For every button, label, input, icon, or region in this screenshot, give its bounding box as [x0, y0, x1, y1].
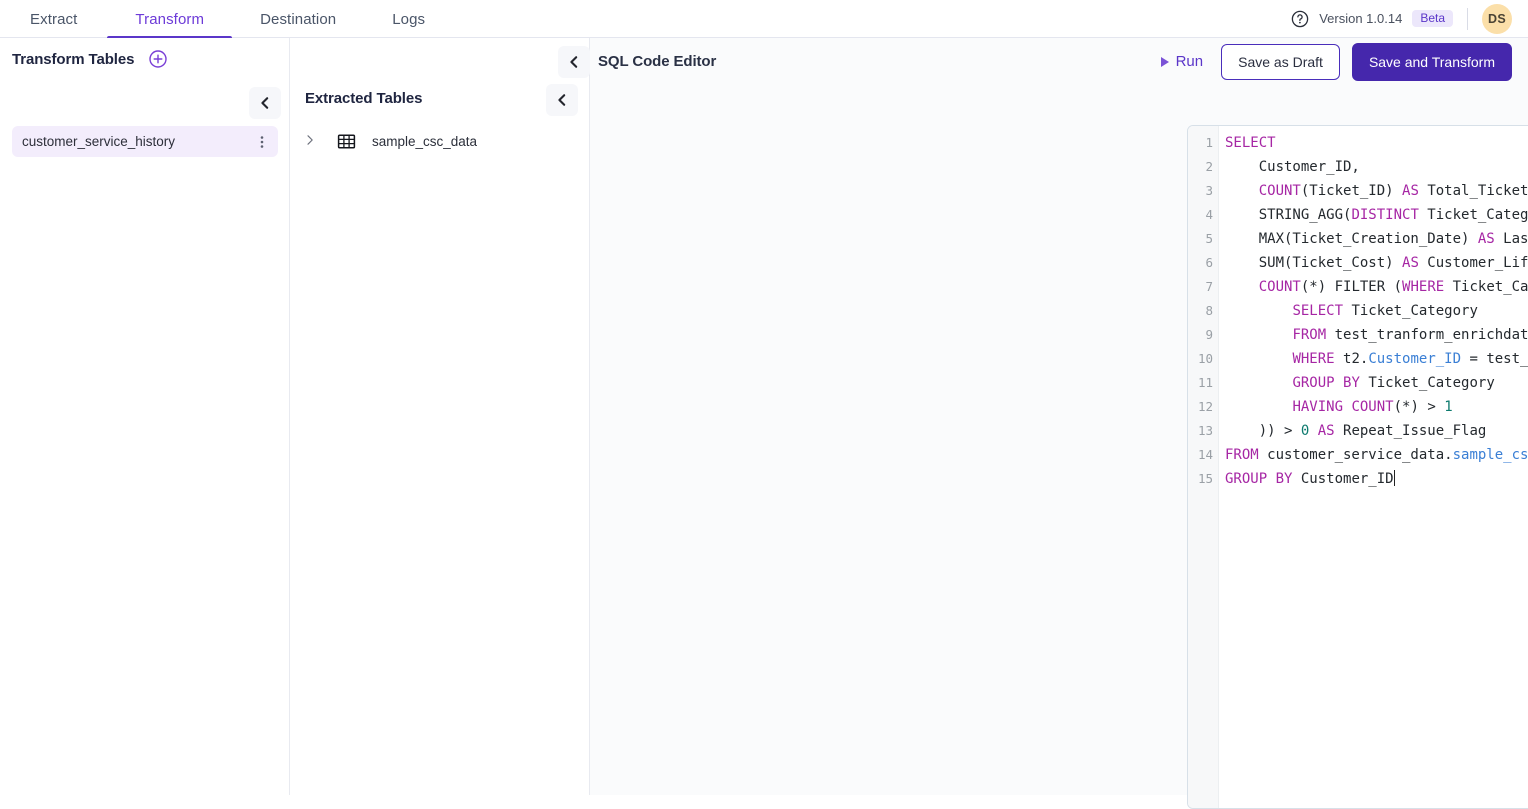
tab-transform[interactable]: Transform — [107, 0, 232, 38]
editor-line-number: 11 — [1188, 371, 1218, 395]
editor-line-number: 9 — [1188, 323, 1218, 347]
transform-tables-title: Transform Tables — [12, 51, 134, 68]
beta-badge: Beta — [1412, 10, 1453, 27]
tab-extract[interactable]: Extract — [0, 0, 107, 38]
collapse-extracted-panel-button[interactable] — [546, 84, 578, 116]
top-navigation-bar: Extract Transform Destination Logs Versi… — [0, 0, 1528, 38]
sql-editor-panel: SQL Code Editor Run Save as Draft Save a… — [590, 38, 1528, 795]
tab-extract-label: Extract — [30, 11, 77, 28]
chevron-left-icon — [258, 96, 272, 110]
collapse-transform-panel-button[interactable] — [249, 87, 281, 119]
editor-line-number: 15 — [1188, 467, 1218, 491]
editor-code-line: HAVING COUNT(*) > 1 — [1225, 395, 1528, 419]
editor-code-line: STRING_AGG(DISTINCT Ticket_Category, ', … — [1225, 203, 1528, 227]
extracted-table-label: sample_csc_data — [372, 134, 477, 149]
editor-code-area[interactable]: SELECT Customer_ID, COUNT(Ticket_ID) AS … — [1219, 126, 1528, 808]
editor-code-line: FROM customer_service_data.sample_csc_da… — [1225, 443, 1528, 467]
kebab-menu-icon[interactable] — [254, 133, 270, 151]
play-icon — [1161, 57, 1169, 67]
table-grid-icon — [337, 132, 356, 151]
editor-line-number: 1 — [1188, 131, 1218, 155]
avatar[interactable]: DS — [1482, 4, 1512, 34]
editor-line-number: 4 — [1188, 203, 1218, 227]
editor-line-number: 2 — [1188, 155, 1218, 179]
tab-logs[interactable]: Logs — [364, 0, 453, 38]
collapse-sql-panel-button[interactable] — [558, 46, 590, 78]
sql-editor-header: SQL Code Editor Run Save as Draft Save a… — [590, 38, 1528, 85]
tab-destination[interactable]: Destination — [232, 0, 364, 38]
sql-code-editor[interactable]: 123456789101112131415 SELECT Customer_ID… — [1187, 125, 1528, 809]
editor-line-number-gutter: 123456789101112131415 — [1188, 126, 1219, 808]
editor-code-line: FROM test_tranform_enrichdata.sample_csc… — [1225, 323, 1528, 347]
editor-line-number: 7 — [1188, 275, 1218, 299]
save-as-draft-button[interactable]: Save as Draft — [1221, 44, 1340, 80]
editor-code-line: SUM(Ticket_Cost) AS Customer_Lifetime_Va… — [1225, 251, 1528, 275]
editor-line-number: 12 — [1188, 395, 1218, 419]
editor-code-line: Customer_ID, — [1225, 155, 1528, 179]
editor-code-line: WHERE t2.Customer_ID = test_tranform_enr… — [1225, 347, 1528, 371]
sql-editor-title: SQL Code Editor — [598, 53, 716, 70]
main-tabs: Extract Transform Destination Logs — [0, 0, 453, 38]
editor-line-number: 8 — [1188, 299, 1218, 323]
editor-code-line: )) > 0 AS Repeat_Issue_Flag — [1225, 419, 1528, 443]
editor-code-line: COUNT(Ticket_ID) AS Total_Tickets, — [1225, 179, 1528, 203]
transform-table-item[interactable]: customer_service_history — [12, 126, 278, 157]
transform-tables-panel: Transform Tables customer_service_histor… — [0, 38, 290, 795]
plus-circle-icon[interactable] — [148, 49, 168, 69]
chevron-right-icon[interactable] — [304, 133, 318, 151]
tab-destination-label: Destination — [260, 11, 336, 28]
editor-line-number: 10 — [1188, 347, 1218, 371]
extracted-table-row[interactable]: sample_csc_data — [298, 128, 578, 155]
editor-code-line: SELECT Ticket_Category — [1225, 299, 1528, 323]
editor-line-number: 6 — [1188, 251, 1218, 275]
divider — [1467, 8, 1468, 30]
chevron-left-icon — [555, 93, 569, 107]
editor-code-line: GROUP BY Customer_ID — [1225, 467, 1528, 491]
editor-line-number: 5 — [1188, 227, 1218, 251]
version-label: Version 1.0.14 — [1319, 11, 1402, 26]
sql-editor-actions: Run Save as Draft Save and Transform — [1155, 43, 1512, 81]
top-bar-right-group: Version 1.0.14 Beta DS — [1291, 0, 1528, 37]
save-and-transform-button[interactable]: Save and Transform — [1352, 43, 1512, 81]
extracted-tables-panel: Extracted Tables sample_csc_data — [290, 38, 590, 795]
chevron-left-icon — [567, 55, 581, 69]
tab-transform-label: Transform — [135, 11, 204, 28]
transform-tables-header: Transform Tables — [0, 38, 289, 80]
editor-line-number: 3 — [1188, 179, 1218, 203]
editor-code-line: MAX(Ticket_Creation_Date) AS Last_Ticket… — [1225, 227, 1528, 251]
editor-code-line: COUNT(*) FILTER (WHERE Ticket_Category I… — [1225, 275, 1528, 299]
run-button-label: Run — [1176, 53, 1204, 70]
extracted-tables-title: Extracted Tables — [305, 90, 422, 107]
editor-line-number: 14 — [1188, 443, 1218, 467]
editor-code-line: SELECT — [1225, 131, 1528, 155]
transform-table-item-label: customer_service_history — [22, 134, 175, 149]
help-circle-icon[interactable] — [1291, 10, 1309, 28]
run-button[interactable]: Run — [1155, 49, 1210, 74]
editor-code-line: GROUP BY Ticket_Category — [1225, 371, 1528, 395]
editor-line-number: 13 — [1188, 419, 1218, 443]
tab-logs-label: Logs — [392, 11, 425, 28]
